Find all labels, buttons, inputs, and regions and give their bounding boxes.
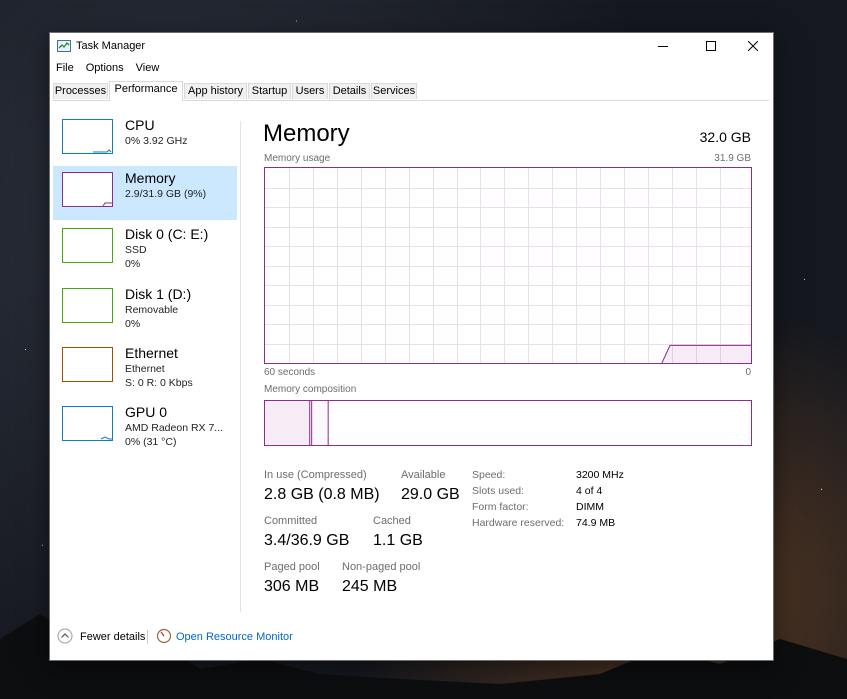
sidebar-item-title: Disk 0 (C: E:) [125, 226, 209, 242]
composition-in-use-segment [265, 401, 310, 445]
in-use-value: 2.8 GB (0.8 MB) [264, 486, 380, 503]
gpu0-thumbnail-graph [62, 406, 113, 441]
sidebar-item-detail: S: 0 R: 0 Kbps [125, 377, 193, 389]
disk0-thumbnail-graph [62, 228, 113, 263]
sidebar-item-title: Disk 1 (D:) [125, 286, 192, 302]
menu-options[interactable]: Options [80, 60, 130, 78]
committed-label: Committed [264, 515, 318, 527]
sidebar-item-title: CPU [125, 117, 155, 133]
page-title: Memory [263, 120, 350, 147]
open-resource-monitor-link[interactable]: Open Resource Monitor [176, 631, 293, 643]
resource-monitor-icon [156, 628, 172, 644]
sidebar-item-gpu0[interactable]: GPU 0 AMD Radeon RX 7... 0% (31 °C) [53, 400, 237, 454]
available-value: 29.0 GB [401, 486, 460, 503]
graph-axis-right-label: 0 [745, 367, 751, 378]
footer-bar: Fewer details Open Resource Monitor [50, 621, 773, 651]
title-bar: Task Manager [50, 33, 773, 59]
graph-grid [265, 168, 751, 363]
memory-composition-bar [264, 400, 752, 446]
window-title: Task Manager [76, 40, 146, 52]
minimize-button[interactable] [643, 33, 683, 59]
non-paged-pool-value: 245 MB [342, 578, 398, 595]
sidebar-item-cpu[interactable]: CPU 0% 3.92 GHz [53, 113, 237, 167]
slots-used-label: Slots used: [472, 485, 524, 497]
tab-users[interactable]: Users [292, 83, 328, 99]
memory-thumbnail-graph [62, 172, 113, 207]
sidebar-item-detail: SSD [125, 244, 147, 256]
tab-processes[interactable]: Processes [53, 83, 108, 99]
tab-services[interactable]: Services [371, 83, 417, 99]
tab-startup[interactable]: Startup [248, 83, 291, 99]
sidebar-item-disk1[interactable]: Disk 1 (D:) Removable 0% [53, 282, 237, 336]
slots-used-value: 4 of 4 [576, 485, 603, 497]
memory-composition-label: Memory composition [264, 384, 357, 395]
speed-label: Speed: [472, 469, 506, 481]
hardware-reserved-label: Hardware reserved: [472, 517, 565, 529]
form-factor-value: DIMM [576, 501, 604, 513]
cached-label: Cached [373, 515, 411, 527]
paged-pool-label: Paged pool [264, 561, 320, 573]
tab-details[interactable]: Details [329, 83, 370, 99]
memory-total: 32.0 GB [699, 129, 751, 145]
sidebar-item-title: GPU 0 [125, 404, 168, 420]
sidebar-item-memory[interactable]: Memory 2.9/31.9 GB (9%) [53, 166, 237, 220]
cached-value: 1.1 GB [373, 532, 423, 549]
cpu-thumbnail-graph [62, 119, 113, 154]
disk1-thumbnail-graph [62, 288, 113, 323]
sidebar-item-disk0[interactable]: Disk 0 (C: E:) SSD 0% [53, 222, 237, 276]
memory-usage-label: Memory usage [264, 153, 331, 164]
close-button[interactable] [733, 33, 773, 59]
menu-file[interactable]: File [50, 60, 80, 78]
sidebar-divider [240, 121, 241, 612]
sidebar-item-ethernet[interactable]: Ethernet Ethernet S: 0 R: 0 Kbps [53, 341, 237, 395]
fewer-details-button[interactable]: Fewer details [80, 631, 145, 643]
available-label: Available [401, 469, 446, 481]
graph-axis-left-label: 60 seconds [264, 367, 316, 378]
composition-standby-segment [312, 401, 329, 445]
tab-app-history[interactable]: App history [184, 83, 247, 99]
task-manager-app-icon [57, 40, 71, 52]
close-icon [748, 41, 758, 51]
committed-value: 3.4/36.9 GB [264, 532, 350, 549]
task-manager-window: Task Manager File Options View Processes… [50, 33, 773, 660]
memory-usage-max: 31.9 GB [714, 153, 751, 164]
maximize-icon [706, 41, 716, 51]
sidebar-item-detail: 0% [125, 318, 141, 330]
sidebar-item-title: Ethernet [125, 345, 178, 361]
form-factor-label: Form factor: [472, 501, 529, 513]
sidebar-item-detail: 0% [125, 258, 141, 270]
tab-strip: Processes Performance App history Startu… [53, 81, 769, 101]
paged-pool-value: 306 MB [264, 578, 320, 595]
ethernet-thumbnail-graph [62, 347, 113, 382]
sidebar-item-detail: Removable [125, 304, 179, 316]
sidebar-item-detail: 0% (31 °C) [125, 436, 177, 448]
menu-bar: File Options View [50, 60, 165, 78]
hardware-reserved-value: 74.9 MB [576, 517, 616, 529]
chevron-up-icon[interactable] [57, 628, 73, 644]
memory-usage-graph [264, 167, 752, 364]
menu-view[interactable]: View [130, 60, 166, 78]
footer-separator [147, 630, 148, 644]
sidebar-item-detail: 0% 3.92 GHz [125, 135, 188, 147]
in-use-label: In use (Compressed) [264, 469, 367, 481]
maximize-button[interactable] [691, 33, 731, 59]
tab-performance[interactable]: Performance [109, 81, 183, 101]
sidebar-item-title: Memory [125, 170, 176, 186]
sidebar-item-detail: AMD Radeon RX 7... [125, 422, 224, 434]
speed-value: 3200 MHz [576, 469, 624, 481]
sidebar-item-detail: 2.9/31.9 GB (9%) [125, 188, 207, 200]
memory-usage-area [661, 345, 751, 363]
non-paged-pool-label: Non-paged pool [342, 561, 421, 573]
sidebar-item-detail: Ethernet [125, 363, 165, 375]
minimize-icon [658, 46, 668, 47]
